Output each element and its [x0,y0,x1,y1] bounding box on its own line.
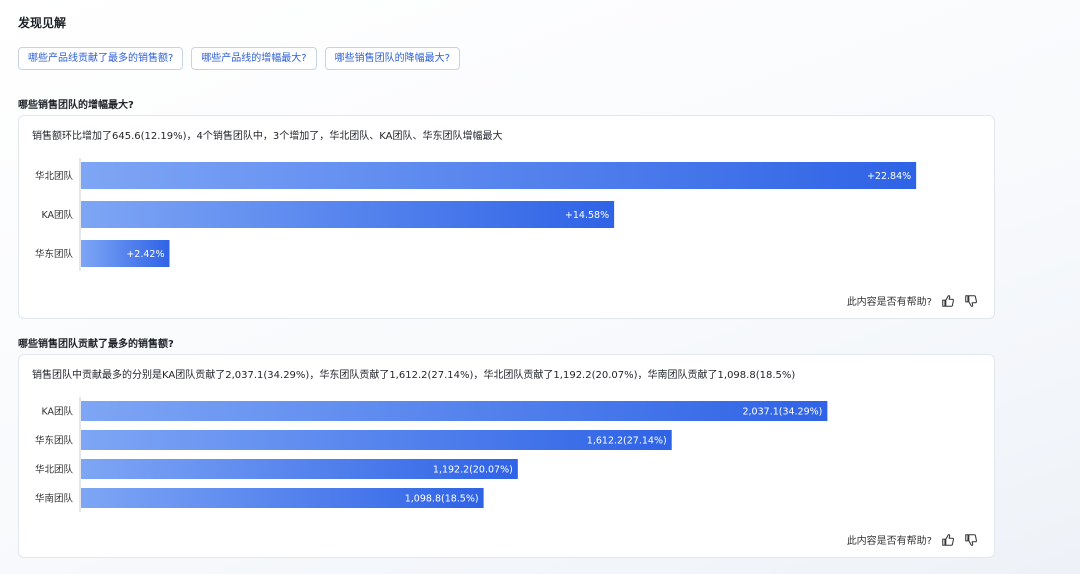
question-chip-product-line-top-sales[interactable]: 哪些产品线贡献了最多的销售额? [18,47,184,70]
data-label: +22.84% [867,171,911,182]
thumbs-up-icon[interactable] [941,294,955,308]
suggested-questions: 哪些产品线贡献了最多的销售额? 哪些产品线的增幅最大? 哪些销售团队的降幅最大? [18,47,460,70]
data-label: +2.42% [126,249,164,260]
bar[interactable] [81,201,615,228]
category-label: KA团队 [41,406,73,418]
page-title: 发现见解 [18,16,67,30]
category-label: 华东团队 [35,248,74,260]
feedback-label: 此内容是否有帮助? [846,297,932,308]
feedback-label: 此内容是否有帮助? [846,536,932,547]
data-label: 1,612.2(27.14%) [587,436,667,447]
category-label: KA团队 [41,209,73,221]
insight-card-team-contribution: 销售团队中贡献最多的分别是KA团队贡献了2,037.1(34.29%)，华东团队… [18,354,995,558]
question-chip-team-top-decline[interactable]: 哪些销售团队的降幅最大? [324,47,460,70]
thumbs-up-icon[interactable] [941,533,955,547]
growth-bar-chart: 华北团队 +22.84% KA团队 +14.58% 华东团队 +2.42% [35,158,917,271]
category-label: 华北团队 [35,464,74,476]
section-title-team-contribution: 哪些销售团队贡献了最多的销售额? [18,339,174,350]
data-label: 1,192.2(20.07%) [433,465,513,476]
feedback-bar: 此内容是否有帮助? [847,532,978,547]
bar[interactable] [81,401,828,421]
thumbs-down-icon[interactable] [964,533,978,547]
section-title-team-growth: 哪些销售团队的增幅最大? [18,100,134,111]
category-label: 华南团队 [35,493,74,505]
feedback-bar: 此内容是否有帮助? [847,293,978,308]
contribution-bar-chart: KA团队 2,037.1(34.29%) 华东团队 1,612.2(27.14%) 华北… [35,397,828,512]
data-label: +14.58% [565,210,609,221]
insight-card-team-growth: 销售额环比增加了645.6(12.19%)，4个销售团队中，3个增加了，华北团队… [18,115,995,319]
question-chip-product-line-top-growth[interactable]: 哪些产品线的增幅最大? [191,47,317,70]
data-label: 2,037.1(34.29%) [742,407,822,418]
bar[interactable] [81,430,672,450]
category-label: 华北团队 [35,170,74,182]
category-label: 华东团队 [35,435,74,447]
data-label: 1,098.8(18.5%) [405,494,479,505]
thumbs-down-icon[interactable] [964,294,978,308]
bar[interactable] [81,162,917,189]
